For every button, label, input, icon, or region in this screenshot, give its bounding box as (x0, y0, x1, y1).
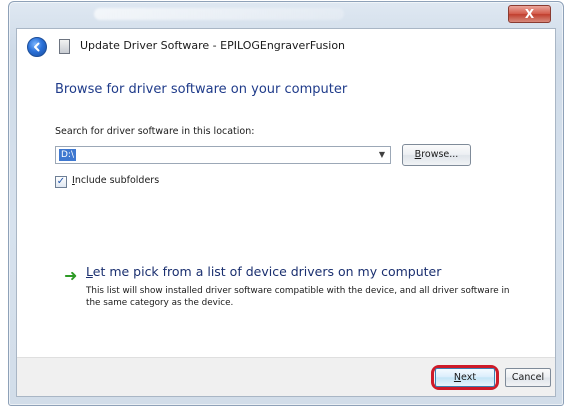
back-button[interactable] (27, 37, 47, 57)
include-subfolders-checkbox[interactable]: ✓ (55, 176, 67, 188)
blurred-window-title (94, 8, 344, 20)
driver-location-combobox[interactable]: D:\ ▼ (55, 146, 391, 164)
cancel-button[interactable]: Cancel (505, 368, 551, 387)
dialog-content: Update Driver Software - EPILOGEngraverF… (16, 28, 556, 397)
dialog-footer: Next Cancel (17, 357, 555, 396)
green-arrow-icon: ➜ (64, 266, 78, 285)
close-button[interactable]: X (508, 5, 551, 23)
driver-document-icon (59, 39, 70, 54)
dialog-window: X Update Driver Software - EPILOGEngrave… (8, 1, 564, 406)
driver-location-value[interactable]: D:\ (59, 149, 76, 161)
browse-button[interactable]: Browse... (402, 144, 471, 166)
screen: X Update Driver Software - EPILOGEngrave… (0, 0, 572, 410)
search-location-label: Search for driver software in this locat… (55, 126, 255, 137)
dialog-title: Update Driver Software - EPILOGEngraverF… (80, 39, 346, 52)
next-button[interactable]: Next (435, 368, 495, 387)
page-title: Browse for driver software on your compu… (55, 82, 348, 97)
back-arrow-icon (34, 42, 40, 52)
dropdown-arrow-icon[interactable]: ▼ (376, 149, 388, 161)
include-subfolders-label[interactable]: Include subfolders (72, 175, 159, 186)
pick-driver-link[interactable]: Let me pick from a list of device driver… (86, 264, 441, 279)
pick-driver-description: This list will show installed driver sof… (86, 286, 510, 308)
wizard-header: Update Driver Software - EPILOGEngraverF… (17, 29, 555, 67)
